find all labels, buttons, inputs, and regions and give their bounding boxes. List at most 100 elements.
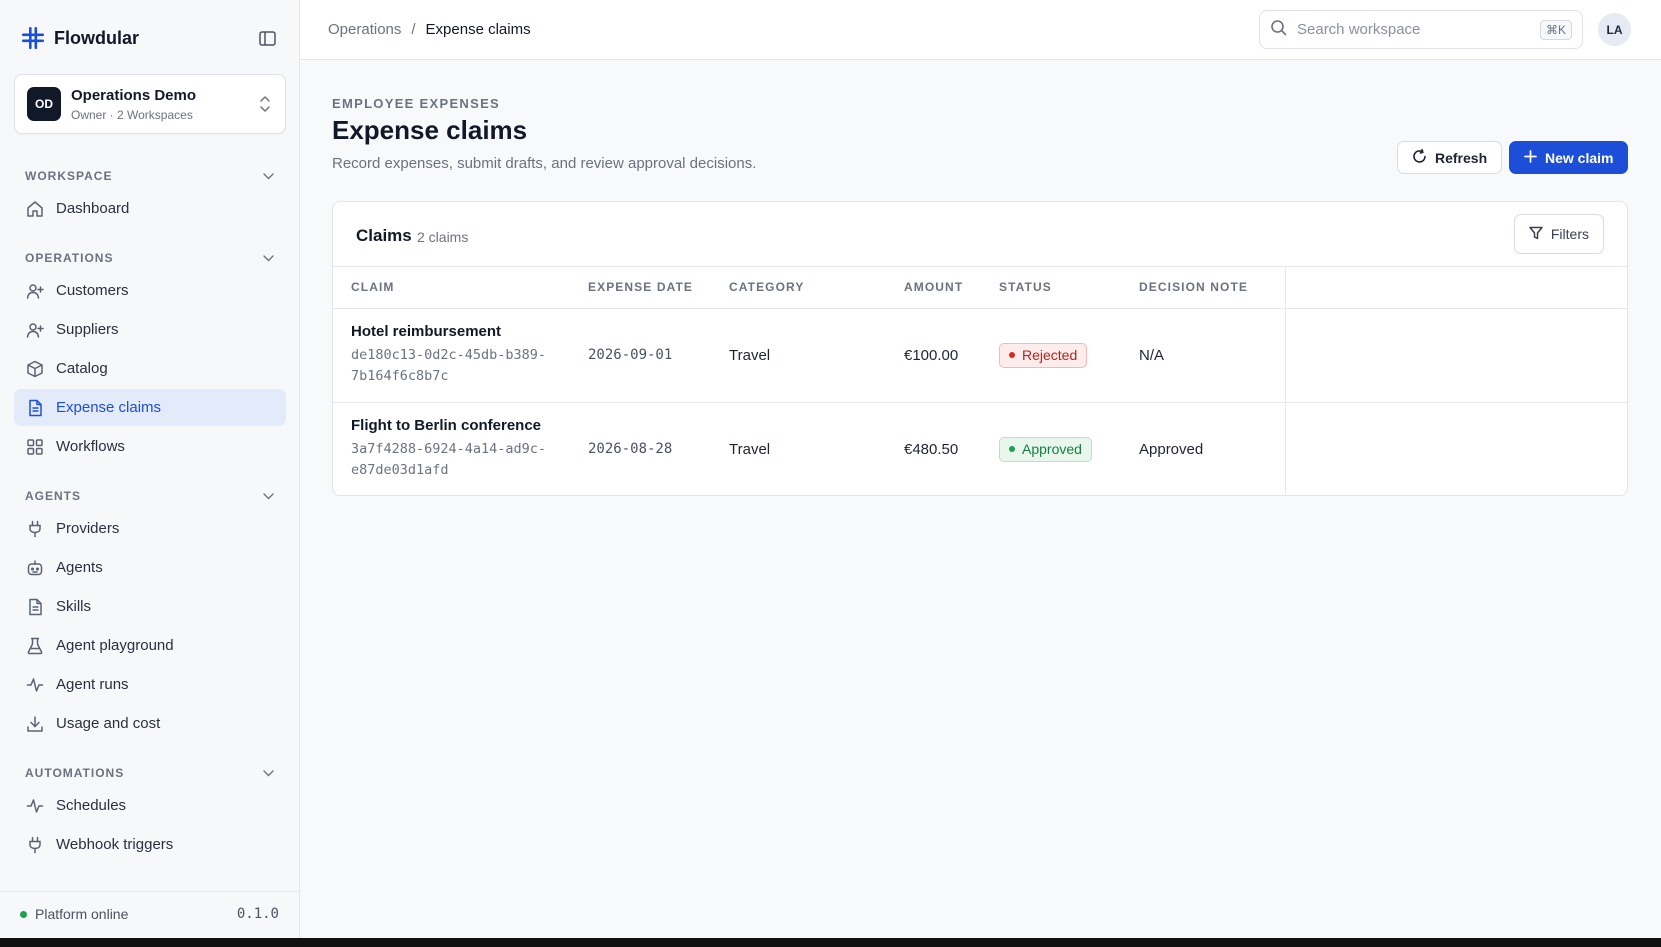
sidebar-item-label: Agents bbox=[56, 559, 103, 576]
column-header-decision-note[interactable]: DECISION NOTE bbox=[1121, 267, 1286, 309]
breadcrumb-operations[interactable]: Operations bbox=[328, 21, 401, 38]
page-eyebrow: EMPLOYEE EXPENSES bbox=[332, 96, 501, 111]
filter-icon bbox=[1529, 226, 1543, 243]
activity-icon bbox=[25, 675, 44, 694]
column-header-claim[interactable]: CLAIM bbox=[333, 267, 570, 309]
chevron-down-icon bbox=[263, 489, 274, 503]
brand[interactable]: Flowdular bbox=[22, 22, 139, 54]
search-shortcut: ⌘K bbox=[1539, 19, 1572, 40]
table-row[interactable]: Hotel reimbursement de180c13-0d2c-45db-b… bbox=[333, 308, 1627, 403]
status-badge: Approved bbox=[999, 436, 1092, 462]
cell-claim: Hotel reimbursement de180c13-0d2c-45db-b… bbox=[333, 308, 570, 403]
sidebar-item-expense-claims[interactable]: Expense claims bbox=[14, 389, 286, 426]
sidebar-item-label: Customers bbox=[56, 282, 129, 299]
section-label: AUTOMATIONS bbox=[25, 766, 125, 780]
claim-title[interactable]: Flight to Berlin conference bbox=[351, 417, 570, 434]
sidebar-item-agent-playground[interactable]: Agent playground bbox=[14, 627, 286, 664]
claim-id-line: de180c13-0d2c-45db-b389- bbox=[351, 347, 547, 363]
chevron-down-icon bbox=[263, 251, 274, 265]
sidebar-item-label: Schedules bbox=[56, 797, 127, 814]
claims-table: CLAIM EXPENSE DATE CATEGORY AMOUNT STATU… bbox=[333, 267, 1627, 495]
status-dot-icon bbox=[20, 910, 27, 918]
cell-amount: €480.50 bbox=[904, 440, 959, 458]
grid-icon bbox=[25, 437, 44, 456]
user-plus-icon bbox=[25, 281, 44, 300]
filters-label: Filters bbox=[1550, 226, 1589, 242]
sidebar-item-agents[interactable]: Agents bbox=[14, 549, 286, 586]
section-label: AGENTS bbox=[25, 489, 82, 503]
sidebar-item-customers[interactable]: Customers bbox=[14, 272, 286, 309]
download-icon bbox=[25, 714, 44, 733]
workspace-avatar: OD bbox=[27, 87, 61, 121]
claim-id-line: 7b164f6c8b7c bbox=[351, 368, 449, 384]
claims-count: 2 claims bbox=[417, 229, 469, 245]
column-header-amount[interactable]: AMOUNT bbox=[886, 267, 981, 309]
column-header-expense-date[interactable]: EXPENSE DATE bbox=[570, 267, 711, 309]
sidebar-item-dashboard[interactable]: Dashboard bbox=[14, 190, 286, 227]
screen-bottom-edge bbox=[0, 938, 1661, 947]
section-toggle-automations[interactable]: AUTOMATIONS bbox=[14, 761, 286, 785]
sidebar-item-providers[interactable]: Providers bbox=[14, 510, 286, 547]
sidebar-item-label: Webhook triggers bbox=[56, 836, 174, 853]
flask-icon bbox=[25, 636, 44, 655]
sidebar-item-catalog[interactable]: Catalog bbox=[14, 350, 286, 387]
sidebar-item-label: Skills bbox=[56, 598, 92, 615]
status-text: Rejected bbox=[1022, 347, 1078, 363]
status-badge: Rejected bbox=[999, 342, 1088, 368]
section-toggle-agents[interactable]: AGENTS bbox=[14, 484, 286, 508]
sidebar-item-label: Workflows bbox=[56, 438, 125, 455]
cell-expense-date: 2026-08-28 bbox=[588, 441, 673, 458]
user-avatar[interactable]: LA bbox=[1598, 13, 1631, 46]
chevron-down-icon bbox=[263, 766, 274, 780]
sidebar-footer: Platform online 0.1.0 bbox=[0, 891, 299, 938]
sidebar-item-skills[interactable]: Skills bbox=[14, 588, 286, 625]
claims-card: Claims 2 claims Filters CLAIM EXPENSE DA… bbox=[332, 201, 1628, 496]
sidebar-item-agent-runs[interactable]: Agent runs bbox=[14, 666, 286, 703]
workspace-meta: Owner · 2 Workspaces bbox=[71, 107, 193, 122]
claims-card-header: Claims 2 claims Filters bbox=[333, 202, 1627, 267]
sidebar-toggle-icon[interactable] bbox=[256, 27, 278, 49]
sidebar-item-label: Catalog bbox=[56, 360, 108, 377]
page-title: Expense claims bbox=[332, 115, 528, 145]
new-claim-label: New claim bbox=[1545, 149, 1614, 166]
sidebar-item-usage-and-cost[interactable]: Usage and cost bbox=[14, 705, 286, 742]
sidebar-item-label: Usage and cost bbox=[56, 715, 161, 732]
cell-actions bbox=[1285, 308, 1627, 403]
section-toggle-operations[interactable]: OPERATIONS bbox=[14, 246, 286, 270]
cell-claim: Flight to Berlin conference 3a7f4288-692… bbox=[333, 402, 570, 495]
sidebar-item-workflows[interactable]: Workflows bbox=[14, 428, 286, 465]
claim-title[interactable]: Hotel reimbursement bbox=[351, 323, 570, 340]
claim-id-line: 3a7f4288-6924-4a14-ad9c- bbox=[351, 441, 547, 458]
user-plus-icon bbox=[25, 320, 44, 339]
refresh-button[interactable]: Refresh bbox=[1397, 141, 1503, 174]
cell-decision-note: N/A bbox=[1121, 308, 1286, 403]
breadcrumb: Operations / Expense claims bbox=[328, 21, 531, 38]
plug-icon bbox=[25, 835, 44, 854]
claim-id-line: e87de03d1afd bbox=[351, 462, 449, 479]
nav-section-operations: OPERATIONS Customers Suppliers Catalog E… bbox=[14, 246, 286, 465]
table-row[interactable]: Flight to Berlin conference 3a7f4288-692… bbox=[333, 402, 1627, 495]
sidebar-item-webhook-triggers[interactable]: Webhook triggers bbox=[14, 826, 286, 863]
topbar: Operations / Expense claims Search works… bbox=[300, 0, 1661, 60]
section-toggle-workspace[interactable]: WORKSPACE bbox=[14, 164, 286, 188]
sidebar-item-label: Agent playground bbox=[56, 637, 174, 654]
column-header-category[interactable]: CATEGORY bbox=[711, 267, 886, 309]
sidebar-item-suppliers[interactable]: Suppliers bbox=[14, 311, 286, 348]
cell-category: Travel bbox=[729, 440, 771, 458]
new-claim-button[interactable]: New claim bbox=[1509, 141, 1629, 174]
filters-button[interactable]: Filters bbox=[1513, 214, 1604, 254]
breadcrumb-current: Expense claims bbox=[425, 21, 531, 38]
cell-status: Rejected bbox=[981, 308, 1121, 403]
sidebar-item-label: Providers bbox=[56, 520, 120, 537]
sidebar-item-label: Expense claims bbox=[56, 399, 162, 416]
breadcrumb-separator: / bbox=[411, 21, 416, 38]
search-input[interactable]: Search workspace ⌘K bbox=[1259, 10, 1583, 49]
sidebar-item-label: Agent runs bbox=[56, 676, 129, 693]
claim-id: de180c13-0d2c-45db-b389- 7b164f6c8b7c bbox=[351, 345, 570, 387]
main-content: Operations / Expense claims Search works… bbox=[300, 0, 1661, 938]
column-header-status[interactable]: STATUS bbox=[981, 267, 1121, 309]
flowdular-logo-icon bbox=[22, 27, 44, 49]
sidebar-item-label: Dashboard bbox=[56, 200, 130, 217]
sidebar-item-schedules[interactable]: Schedules bbox=[14, 787, 286, 824]
workspace-switcher[interactable]: OD Operations Demo Owner · 2 Workspaces bbox=[14, 74, 286, 134]
